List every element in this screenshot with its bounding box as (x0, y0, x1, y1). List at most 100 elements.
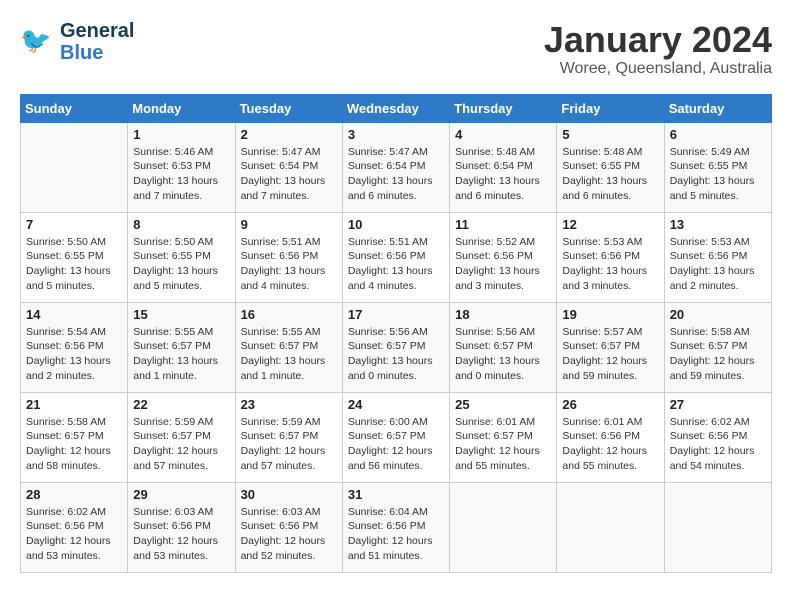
day-number: 5 (562, 127, 658, 142)
day-info: Sunrise: 5:58 AMSunset: 6:57 PMDaylight:… (670, 325, 766, 384)
calendar-cell: 25 Sunrise: 6:01 AMSunset: 6:57 PMDayligh… (450, 392, 557, 482)
calendar-cell: 19 Sunrise: 5:57 AMSunset: 6:57 PMDayligh… (557, 302, 664, 392)
svg-text:🐦: 🐦 (20, 27, 51, 55)
day-number: 31 (348, 487, 444, 502)
day-info: Sunrise: 5:51 AMSunset: 6:56 PMDaylight:… (241, 235, 337, 294)
day-info: Sunrise: 6:00 AMSunset: 6:57 PMDaylight:… (348, 415, 444, 474)
day-number: 9 (241, 217, 337, 232)
day-info: Sunrise: 5:48 AMSunset: 6:55 PMDaylight:… (562, 145, 658, 204)
weekday-header-thursday: Thursday (450, 94, 557, 122)
day-number: 13 (670, 217, 766, 232)
month-title: January 2024 (544, 20, 772, 60)
calendar-cell (21, 122, 128, 212)
logo-icon: 🐦 (20, 24, 56, 60)
weekday-header-wednesday: Wednesday (342, 94, 449, 122)
day-number: 8 (133, 217, 229, 232)
day-info: Sunrise: 5:47 AMSunset: 6:54 PMDaylight:… (348, 145, 444, 204)
week-row-1: 1 Sunrise: 5:46 AMSunset: 6:53 PMDaylight… (21, 122, 772, 212)
day-number: 28 (26, 487, 122, 502)
calendar-cell: 11Sunrise: 5:52 AMSunset: 6:56 PMDayligh… (450, 212, 557, 302)
day-info: Sunrise: 5:48 AMSunset: 6:54 PMDaylight:… (455, 145, 551, 204)
day-number: 2 (241, 127, 337, 142)
week-row-4: 21 Sunrise: 5:58 AMSunset: 6:57 PMDayligh… (21, 392, 772, 482)
calendar-cell: 14 Sunrise: 5:54 AMSunset: 6:56 PMDayligh… (21, 302, 128, 392)
calendar-cell: 10 Sunrise: 5:51 AMSunset: 6:56 PMDayligh… (342, 212, 449, 302)
day-number: 22 (133, 397, 229, 412)
day-number: 17 (348, 307, 444, 322)
day-info: Sunrise: 6:02 AMSunset: 6:56 PMDaylight:… (26, 505, 122, 564)
calendar-cell (450, 482, 557, 572)
calendar-cell: 12 Sunrise: 5:53 AMSunset: 6:56 PMDayligh… (557, 212, 664, 302)
calendar-cell: 13Sunrise: 5:53 AMSunset: 6:56 PMDayligh… (664, 212, 771, 302)
day-info: Sunrise: 5:56 AMSunset: 6:57 PMDaylight:… (455, 325, 551, 384)
day-info: Sunrise: 5:50 AMSunset: 6:55 PMDaylight:… (133, 235, 229, 294)
day-info: Sunrise: 5:59 AMSunset: 6:57 PMDaylight:… (241, 415, 337, 474)
day-info: Sunrise: 5:55 AMSunset: 6:57 PMDaylight:… (241, 325, 337, 384)
calendar-cell: 8 Sunrise: 5:50 AMSunset: 6:55 PMDaylight… (128, 212, 235, 302)
day-info: Sunrise: 5:50 AMSunset: 6:55 PMDaylight:… (26, 235, 122, 294)
title-block: January 2024 Woree, Queensland, Australi… (544, 20, 772, 78)
calendar-cell: 24 Sunrise: 6:00 AMSunset: 6:57 PMDayligh… (342, 392, 449, 482)
day-number: 11 (455, 217, 551, 232)
day-number: 4 (455, 127, 551, 142)
day-number: 30 (241, 487, 337, 502)
day-number: 18 (455, 307, 551, 322)
calendar-cell: 30Sunrise: 6:03 AMSunset: 6:56 PMDayligh… (235, 482, 342, 572)
calendar-cell: 21 Sunrise: 5:58 AMSunset: 6:57 PMDayligh… (21, 392, 128, 482)
day-info: Sunrise: 6:04 AMSunset: 6:56 PMDaylight:… (348, 505, 444, 564)
calendar-cell (557, 482, 664, 572)
week-row-3: 14 Sunrise: 5:54 AMSunset: 6:56 PMDayligh… (21, 302, 772, 392)
day-number: 24 (348, 397, 444, 412)
calendar-cell: 18 Sunrise: 5:56 AMSunset: 6:57 PMDayligh… (450, 302, 557, 392)
weekday-header-saturday: Saturday (664, 94, 771, 122)
page-header: 🐦 General Blue January 2024 Woree, Queen… (20, 20, 772, 78)
day-info: Sunrise: 5:54 AMSunset: 6:56 PMDaylight:… (26, 325, 122, 384)
day-info: Sunrise: 6:01 AMSunset: 6:56 PMDaylight:… (562, 415, 658, 474)
day-info: Sunrise: 5:46 AMSunset: 6:53 PMDaylight:… (133, 145, 229, 204)
day-number: 3 (348, 127, 444, 142)
weekday-header-sunday: Sunday (21, 94, 128, 122)
day-number: 23 (241, 397, 337, 412)
day-number: 16 (241, 307, 337, 322)
calendar-cell: 31 Sunrise: 6:04 AMSunset: 6:56 PMDayligh… (342, 482, 449, 572)
day-info: Sunrise: 5:57 AMSunset: 6:57 PMDaylight:… (562, 325, 658, 384)
day-number: 14 (26, 307, 122, 322)
calendar-cell: 17 Sunrise: 5:56 AMSunset: 6:57 PMDayligh… (342, 302, 449, 392)
calendar-cell: 20 Sunrise: 5:58 AMSunset: 6:57 PMDayligh… (664, 302, 771, 392)
day-number: 20 (670, 307, 766, 322)
day-info: Sunrise: 5:56 AMSunset: 6:57 PMDaylight:… (348, 325, 444, 384)
day-number: 21 (26, 397, 122, 412)
day-info: Sunrise: 6:02 AMSunset: 6:56 PMDaylight:… (670, 415, 766, 474)
day-number: 25 (455, 397, 551, 412)
day-number: 7 (26, 217, 122, 232)
calendar-cell: 6Sunrise: 5:49 AMSunset: 6:55 PMDaylight… (664, 122, 771, 212)
week-row-2: 7 Sunrise: 5:50 AMSunset: 6:55 PMDaylight… (21, 212, 772, 302)
calendar-cell: 26Sunrise: 6:01 AMSunset: 6:56 PMDayligh… (557, 392, 664, 482)
calendar-cell: 3 Sunrise: 5:47 AMSunset: 6:54 PMDaylight… (342, 122, 449, 212)
day-number: 10 (348, 217, 444, 232)
calendar-cell: 16 Sunrise: 5:55 AMSunset: 6:57 PMDayligh… (235, 302, 342, 392)
day-number: 1 (133, 127, 229, 142)
logo-text: General Blue (60, 20, 134, 64)
calendar-cell: 22Sunrise: 5:59 AMSunset: 6:57 PMDayligh… (128, 392, 235, 482)
weekday-header-tuesday: Tuesday (235, 94, 342, 122)
day-info: Sunrise: 5:55 AMSunset: 6:57 PMDaylight:… (133, 325, 229, 384)
weekday-header-monday: Monday (128, 94, 235, 122)
day-info: Sunrise: 5:47 AMSunset: 6:54 PMDaylight:… (241, 145, 337, 204)
day-number: 12 (562, 217, 658, 232)
day-info: Sunrise: 5:51 AMSunset: 6:56 PMDaylight:… (348, 235, 444, 294)
logo-blue: Blue (60, 42, 103, 64)
day-number: 19 (562, 307, 658, 322)
calendar-cell: 7 Sunrise: 5:50 AMSunset: 6:55 PMDaylight… (21, 212, 128, 302)
day-info: Sunrise: 5:58 AMSunset: 6:57 PMDaylight:… (26, 415, 122, 474)
day-number: 6 (670, 127, 766, 142)
calendar-cell: 29Sunrise: 6:03 AMSunset: 6:56 PMDayligh… (128, 482, 235, 572)
day-number: 29 (133, 487, 229, 502)
day-number: 27 (670, 397, 766, 412)
day-info: Sunrise: 5:53 AMSunset: 6:56 PMDaylight:… (562, 235, 658, 294)
logo-general: General (60, 20, 134, 42)
weekday-header-friday: Friday (557, 94, 664, 122)
weekday-header-row: SundayMondayTuesdayWednesdayThursdayFrid… (21, 94, 772, 122)
day-info: Sunrise: 6:01 AMSunset: 6:57 PMDaylight:… (455, 415, 551, 474)
day-number: 15 (133, 307, 229, 322)
